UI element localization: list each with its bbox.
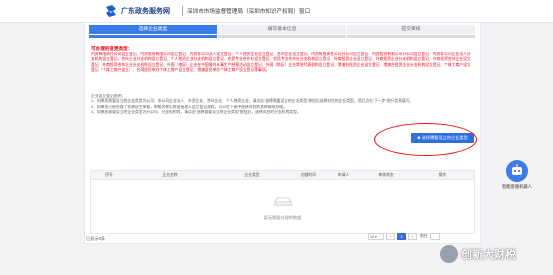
col-action: 操作 <box>438 173 447 177</box>
page-size-select[interactable]: 10 ▾ <box>368 233 384 240</box>
step-2: 填写基本信息 <box>218 25 346 34</box>
ai-assistant-widget[interactable]: 智能客服机器人 <box>499 160 535 190</box>
page-number-button[interactable]: 1 <box>397 233 406 240</box>
goto-page-input[interactable] <box>429 233 440 240</box>
step-tabs: 选择企业类型 填写基本信息 提交审核 <box>89 25 476 34</box>
page-size-value: 10 <box>370 235 374 239</box>
watermark: 创新大财税 <box>440 245 516 263</box>
robot-icon[interactable] <box>506 160 528 182</box>
brand-title[interactable]: 广东政务服务网 <box>121 6 170 16</box>
step-bar-1 <box>89 35 217 38</box>
application-table: 序号 企业名称 企业类型 创建时间 申请人 审核状态 操作 暂无需要办理的数据 <box>90 170 475 234</box>
empty-box-icon <box>273 197 293 207</box>
top-header: 广东政务服务网 深圳市市场监督管理局（深圳市知识产权局）窗口 <box>0 0 553 23</box>
tip-3: 3、如果您需要设立的企业类型为分公司、分支机构等，请点击“选择需要设立的企业类型… <box>91 109 301 114</box>
total-count: 已显示0条 <box>86 236 106 241</box>
step-progress-bar <box>89 35 476 38</box>
col-index: 序号 <box>105 173 113 177</box>
step-1: 选择企业类型 <box>89 25 217 34</box>
col-created: 创建时间 <box>300 173 317 177</box>
pagination: 10 ▾ ‹ 1 › 前往 <box>368 233 440 240</box>
header-divider <box>182 6 183 16</box>
prev-page-button[interactable]: ‹ <box>386 233 395 240</box>
step-bar-3 <box>347 35 475 38</box>
assistant-label: 智能客服机器人 <box>501 184 533 189</box>
watermark-text: 创新大财税 <box>461 249 516 261</box>
step-bar-2 <box>218 35 346 38</box>
step-3: 提交审核 <box>347 25 475 34</box>
next-page-button[interactable]: › <box>408 233 417 240</box>
col-applicant: 申请人 <box>337 173 350 177</box>
goto-label: 前往 <box>420 234 428 238</box>
empty-table-text: 暂无需要办理的数据 <box>263 215 302 220</box>
col-type: 企业类型 <box>244 173 260 177</box>
red-highlight-ellipse <box>374 123 477 156</box>
col-name: 企业名称 <box>162 173 178 177</box>
main-card: 选择企业类型 填写基本信息 提交审核 可办理的变更类型： 内资有限责任公司设立登… <box>84 22 481 244</box>
col-status: 审核状态 <box>378 173 394 177</box>
gd-gov-logo-icon <box>106 5 116 17</box>
notice-body: 内资有限责任公司设立登记、内资股份有限公司设立登记、内资非公司法人设立登记、个人… <box>91 52 471 72</box>
department-window-title: 深圳市市场监督管理局（深圳市知识产权局）窗口 <box>187 9 311 15</box>
watermark-avatar-icon <box>440 245 458 263</box>
tips-block: 企业设立登记说明： 1、如果您需要设立的企业类型为公司、非公司企业法人、外资企业… <box>91 94 474 115</box>
notice-section: 可办理的变更类型： 内资有限责任公司设立登记、内资股份有限公司设立登记、内资非公… <box>91 46 474 115</box>
table-header: 序号 企业名称 企业类型 创建时间 申请人 审核状态 操作 <box>91 171 474 180</box>
